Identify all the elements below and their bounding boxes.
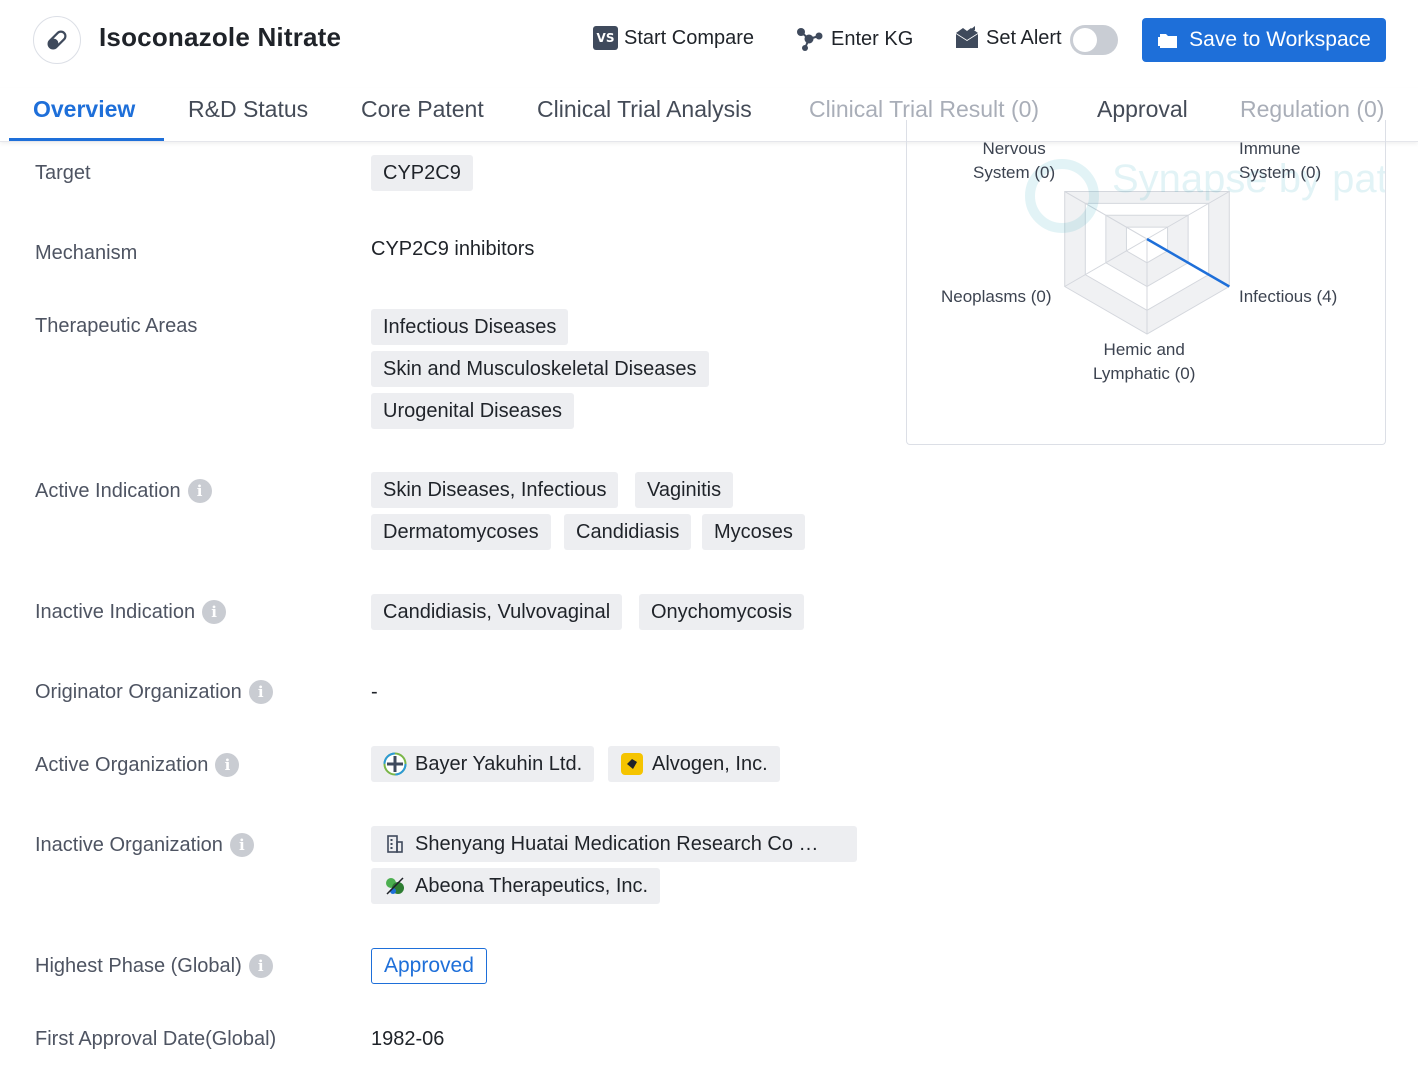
knowledge-graph-icon	[795, 26, 825, 52]
first-approval-date-value: 1982-06	[371, 1028, 444, 1051]
therapeutic-area-tag[interactable]: Infectious Diseases	[371, 309, 568, 345]
originator-organization-value: -	[371, 681, 378, 704]
active-tab-indicator	[9, 138, 164, 141]
tab-clinical-trial-result[interactable]: Clinical Trial Result (0)	[809, 96, 1039, 123]
radar-label-immune: ImmuneSystem (0)	[1239, 137, 1321, 185]
info-icon[interactable]: i	[230, 833, 254, 857]
save-to-workspace-label: Save to Workspace	[1189, 28, 1371, 52]
enter-kg-button[interactable]: Enter KG	[795, 26, 913, 52]
active-indication-label: Active Indicationi	[35, 479, 212, 503]
org-name: Abeona Therapeutics, Inc.	[415, 875, 648, 898]
set-alert-label: Set Alert	[986, 27, 1062, 50]
radar-label-nervous: NervousSystem (0)	[973, 137, 1055, 185]
first-approval-date-label: First Approval Date(Global)	[35, 1028, 276, 1051]
inactive-indication-label: Inactive Indicationi	[35, 600, 226, 624]
vs-icon: VS	[593, 26, 618, 50]
alert-mail-icon	[954, 26, 980, 50]
info-icon[interactable]: i	[249, 954, 273, 978]
org-name: Bayer Yakuhin Ltd.	[415, 753, 582, 776]
set-alert-control[interactable]: Set Alert	[954, 26, 1062, 50]
highest-phase-label: Highest Phase (Global)i	[35, 954, 273, 978]
page-header: Isoconazole Nitrate VS Start Compare Ent…	[0, 0, 1418, 82]
mechanism-value: CYP2C9 inhibitors	[371, 238, 534, 261]
active-organization-tag[interactable]: Alvogen, Inc.	[608, 746, 780, 782]
tab-core-patent[interactable]: Core Patent	[361, 96, 484, 123]
mechanism-label: Mechanism	[35, 242, 137, 265]
drug-title: Isoconazole Nitrate	[99, 22, 341, 53]
save-to-workspace-button[interactable]: Save to Workspace	[1142, 18, 1386, 62]
radar-label-infectious: Infectious (4)	[1239, 285, 1337, 309]
org-name: Shenyang Huatai Medication Research Co …	[415, 833, 819, 856]
toggle-knob	[1073, 28, 1097, 52]
radar-label-hemic: Hemic andLymphatic (0)	[1093, 338, 1195, 386]
therapeutic-radar-panel: Synapse by patsnap NervousSystem (0) Imm…	[906, 120, 1386, 445]
active-indication-tag[interactable]: Dermatomycoses	[371, 514, 551, 550]
inactive-organization-tag[interactable]: Abeona Therapeutics, Inc.	[371, 868, 660, 904]
tab-clinical-trial-analysis[interactable]: Clinical Trial Analysis	[537, 96, 752, 123]
tab-rd-status[interactable]: R&D Status	[188, 96, 308, 123]
start-compare-button[interactable]: VS Start Compare	[593, 26, 754, 50]
start-compare-label: Start Compare	[624, 27, 754, 50]
active-organization-label: Active Organizationi	[35, 753, 239, 777]
radar-label-neoplasms: Neoplasms (0)	[941, 285, 1052, 309]
inactive-indication-tag[interactable]: Onychomycosis	[639, 594, 804, 630]
building-icon	[383, 832, 407, 856]
info-icon[interactable]: i	[188, 479, 212, 503]
tab-approval[interactable]: Approval	[1097, 96, 1188, 123]
bayer-logo-icon	[383, 752, 407, 776]
info-icon[interactable]: i	[249, 680, 273, 704]
alvogen-logo-icon	[620, 752, 644, 776]
drug-pill-icon	[33, 16, 81, 64]
inactive-organization-label: Inactive Organizationi	[35, 833, 254, 857]
alert-toggle[interactable]	[1070, 25, 1118, 55]
enter-kg-label: Enter KG	[831, 28, 913, 51]
inactive-indication-tag[interactable]: Candidiasis, Vulvovaginal	[371, 594, 622, 630]
tab-overview[interactable]: Overview	[33, 96, 135, 123]
active-indication-tag[interactable]: Candidiasis	[564, 514, 691, 550]
target-tag[interactable]: CYP2C9	[371, 155, 473, 191]
therapeutic-area-tag[interactable]: Urogenital Diseases	[371, 393, 574, 429]
active-indication-tag[interactable]: Mycoses	[702, 514, 805, 550]
inactive-organization-tag[interactable]: Shenyang Huatai Medication Research Co …	[371, 826, 857, 862]
active-organization-tag[interactable]: Bayer Yakuhin Ltd.	[371, 746, 594, 782]
therapeutic-area-tag[interactable]: Skin and Musculoskeletal Diseases	[371, 351, 709, 387]
active-indication-tag[interactable]: Skin Diseases, Infectious	[371, 472, 618, 508]
info-icon[interactable]: i	[215, 753, 239, 777]
org-name: Alvogen, Inc.	[652, 753, 768, 776]
tab-regulation[interactable]: Regulation (0)	[1240, 96, 1384, 123]
info-icon[interactable]: i	[202, 600, 226, 624]
abeona-logo-icon	[383, 874, 407, 898]
target-label: Target	[35, 162, 91, 185]
originator-organization-label: Originator Organizationi	[35, 680, 273, 704]
therapeutic-areas-label: Therapeutic Areas	[35, 315, 197, 338]
active-indication-tag[interactable]: Vaginitis	[635, 472, 733, 508]
highest-phase-badge: Approved	[371, 948, 487, 984]
folder-icon	[1157, 30, 1179, 50]
